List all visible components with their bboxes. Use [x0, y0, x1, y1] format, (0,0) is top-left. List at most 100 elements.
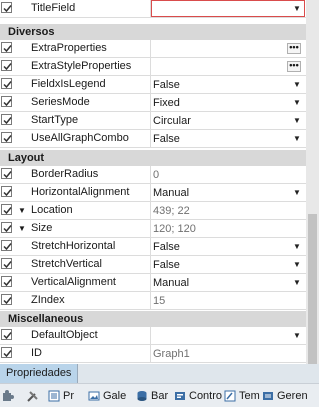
property-row-horizontalalignment[interactable]: HorizontalAlignment Manual ▼: [0, 184, 306, 202]
property-grid: TitleField ▼ Diversos ExtraProperties ••…: [0, 0, 306, 364]
checkbox[interactable]: [1, 222, 12, 233]
toolbar-item-controls[interactable]: Contro: [174, 387, 222, 405]
dropdown-arrow-icon[interactable]: ▼: [293, 256, 301, 273]
checkbox[interactable]: [1, 186, 12, 197]
property-row-defaultobject[interactable]: DefaultObject ▼: [0, 327, 306, 345]
property-row-seriesmode[interactable]: SeriesMode Fixed ▼: [0, 94, 306, 112]
toolbar-item-settings[interactable]: [2, 387, 24, 405]
checkbox[interactable]: [1, 78, 12, 89]
dropdown-arrow-icon[interactable]: ▼: [293, 130, 301, 147]
dropdown-arrow-icon[interactable]: ▼: [293, 274, 301, 291]
property-value[interactable]: Fixed: [153, 94, 180, 111]
property-row-id[interactable]: ID Graph1: [0, 345, 306, 363]
property-row-size[interactable]: ▼ Size 120; 120: [0, 220, 306, 238]
property-row-borderradius[interactable]: BorderRadius 0: [0, 166, 306, 184]
toolbar-item-gallery[interactable]: Gale: [88, 387, 132, 405]
property-row-zindex[interactable]: ZIndex 15: [0, 292, 306, 310]
scrollbar-thumb[interactable]: [308, 214, 317, 364]
property-row-stretchvertical[interactable]: StretchVertical False ▼: [0, 256, 306, 274]
property-value[interactable]: 15: [153, 292, 165, 309]
property-value-input[interactable]: [151, 0, 305, 17]
property-row-verticalalignment[interactable]: VerticalAlignment Manual ▼: [0, 274, 306, 292]
checkbox[interactable]: [1, 60, 12, 71]
property-row-extrastyleproperties[interactable]: ExtraStyleProperties •••: [0, 58, 306, 76]
property-value[interactable]: False: [153, 130, 180, 147]
ellipsis-button[interactable]: •••: [287, 43, 301, 54]
tab-propriedades[interactable]: Propriedades: [0, 364, 79, 383]
property-row-titlefield[interactable]: TitleField ▼: [0, 0, 306, 18]
checkbox[interactable]: [1, 2, 12, 13]
property-value[interactable]: Circular: [153, 112, 191, 129]
property-name: UseAllGraphCombo: [31, 132, 129, 144]
property-name: DefaultObject: [31, 329, 98, 341]
toolbar-item-manager[interactable]: Geren: [262, 387, 318, 405]
property-value[interactable]: False: [153, 238, 180, 255]
property-name: HorizontalAlignment: [31, 186, 130, 198]
checkbox[interactable]: [1, 168, 12, 179]
property-value[interactable]: Manual: [153, 184, 189, 201]
checkbox[interactable]: [1, 114, 12, 125]
property-value[interactable]: False: [153, 76, 180, 93]
property-row-location[interactable]: ▼ Location 439; 22: [0, 202, 306, 220]
toolbar-item-templates[interactable]: Tem: [224, 387, 260, 405]
property-name: ExtraProperties: [31, 42, 107, 54]
property-name: ID: [31, 347, 42, 359]
property-value[interactable]: Graph1: [153, 345, 190, 362]
property-value[interactable]: Manual: [153, 274, 189, 291]
toolbar-item-tools[interactable]: [26, 387, 48, 405]
checkbox[interactable]: [1, 42, 12, 53]
puzzle-icon: [3, 390, 14, 401]
checkbox[interactable]: [1, 329, 12, 340]
dropdown-arrow-icon[interactable]: ▼: [293, 184, 301, 201]
property-row-fieldxislegend[interactable]: FieldxIsLegend False ▼: [0, 76, 306, 94]
dropdown-arrow-icon[interactable]: ▼: [293, 76, 301, 93]
property-value[interactable]: 439; 22: [153, 202, 190, 219]
property-name: ZIndex: [31, 294, 65, 306]
property-row-extraproperties[interactable]: ExtraProperties •••: [0, 40, 306, 58]
dropdown-arrow-icon[interactable]: ▼: [293, 238, 301, 255]
checkbox[interactable]: [1, 276, 12, 287]
property-row-starttype[interactable]: StartType Circular ▼: [0, 112, 306, 130]
toolbar-item-properties[interactable]: Pr: [48, 387, 82, 405]
manager-icon: [263, 392, 273, 400]
property-name: FieldxIsLegend: [31, 78, 106, 90]
dropdown-arrow-icon[interactable]: ▼: [293, 0, 301, 17]
expand-icon[interactable]: ▼: [18, 220, 26, 237]
property-name: StretchHorizontal: [31, 240, 116, 252]
property-name: TitleField: [31, 2, 76, 14]
tools-icon: [27, 391, 38, 402]
property-row-useallgraphcombo[interactable]: UseAllGraphCombo False ▼: [0, 130, 306, 148]
property-name: StretchVertical: [31, 258, 102, 270]
ellipsis-button[interactable]: •••: [287, 61, 301, 72]
bottom-toolbar: Pr Gale Bar Contro Tem Geren: [0, 383, 319, 407]
checkbox[interactable]: [1, 347, 12, 358]
checkbox[interactable]: [1, 258, 12, 269]
database-icon: [137, 391, 147, 401]
checkbox[interactable]: [1, 240, 12, 251]
dropdown-arrow-icon[interactable]: ▼: [293, 112, 301, 129]
properties-icon: [48, 390, 60, 402]
checkbox[interactable]: [1, 132, 12, 143]
toolbar-item-bar[interactable]: Bar: [136, 387, 172, 405]
property-name: VerticalAlignment: [31, 276, 116, 288]
checkbox[interactable]: [1, 294, 12, 305]
checkbox[interactable]: [1, 96, 12, 107]
property-value[interactable]: False: [153, 256, 180, 273]
property-name: ExtraStyleProperties: [31, 60, 132, 72]
property-name: SeriesMode: [31, 96, 90, 108]
property-value[interactable]: 0: [153, 166, 159, 183]
property-value[interactable]: 120; 120: [153, 220, 196, 237]
vertical-scrollbar[interactable]: [306, 0, 319, 364]
dropdown-arrow-icon[interactable]: ▼: [293, 94, 301, 111]
category-miscellaneous[interactable]: Miscellaneous: [0, 311, 306, 327]
checkbox[interactable]: [1, 204, 12, 215]
panel-tab-bar: Propriedades: [0, 364, 319, 383]
property-name: Location: [31, 204, 73, 216]
property-name: StartType: [31, 114, 79, 126]
expand-icon[interactable]: ▼: [18, 202, 26, 219]
property-name: BorderRadius: [31, 168, 99, 180]
category-layout[interactable]: Layout: [0, 150, 306, 166]
property-row-stretchhorizontal[interactable]: StretchHorizontal False ▼: [0, 238, 306, 256]
dropdown-arrow-icon[interactable]: ▼: [293, 327, 301, 344]
category-diversos[interactable]: Diversos: [0, 24, 306, 40]
